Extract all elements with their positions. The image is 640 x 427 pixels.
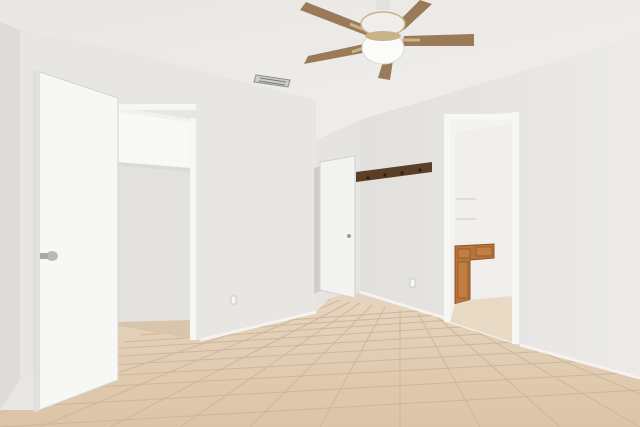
bedroom-photo <box>0 0 640 427</box>
bathroom-doorway <box>444 112 519 345</box>
wall-outlet-left <box>230 295 237 305</box>
closet-opening <box>112 104 196 340</box>
bedroom-door-open <box>33 69 119 413</box>
wall-outlet <box>409 278 416 288</box>
room-scene <box>0 0 640 427</box>
hallway-door <box>314 155 356 299</box>
left-wall <box>0 22 20 410</box>
